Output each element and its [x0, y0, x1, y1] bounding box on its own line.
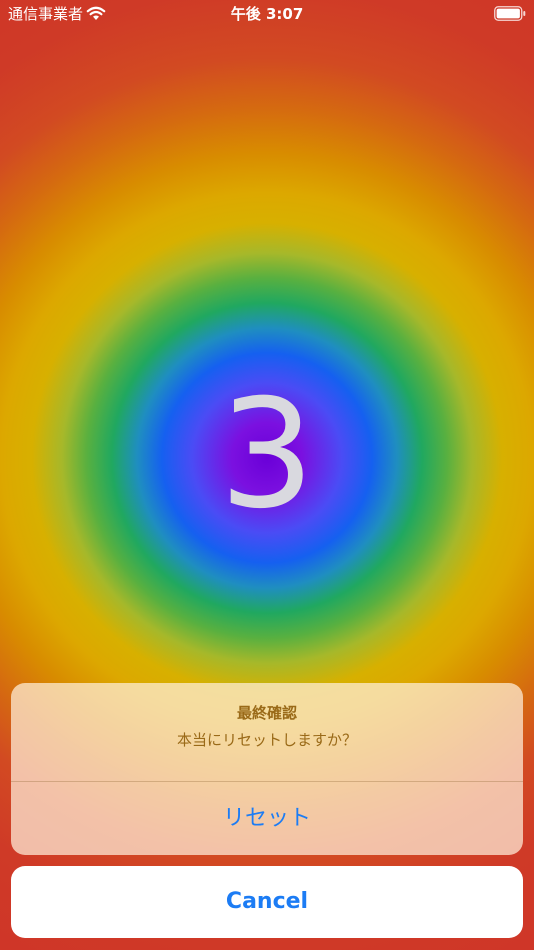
cancel-button[interactable]: Cancel [11, 866, 523, 938]
sheet-header: 最終確認 本当にリセットしますか？ [11, 683, 523, 781]
sheet-title: 最終確認 [236, 704, 297, 722]
reset-confirmation-sheet: 最終確認 本当にリセットしますか？ リセット [11, 683, 523, 855]
battery-icon [494, 6, 526, 21]
app-screen: 通信事業者 午後 3:07 3 最終確認 本当にリセットしますか？ リセット C… [0, 0, 534, 950]
countdown-number: 3 [219, 368, 315, 542]
reset-button[interactable]: リセット [11, 782, 523, 855]
sheet-message: 本当にリセットしますか？ [176, 731, 357, 749]
status-bar: 通信事業者 午後 3:07 [0, 0, 534, 30]
status-time: 午後 3:07 [230, 5, 304, 23]
